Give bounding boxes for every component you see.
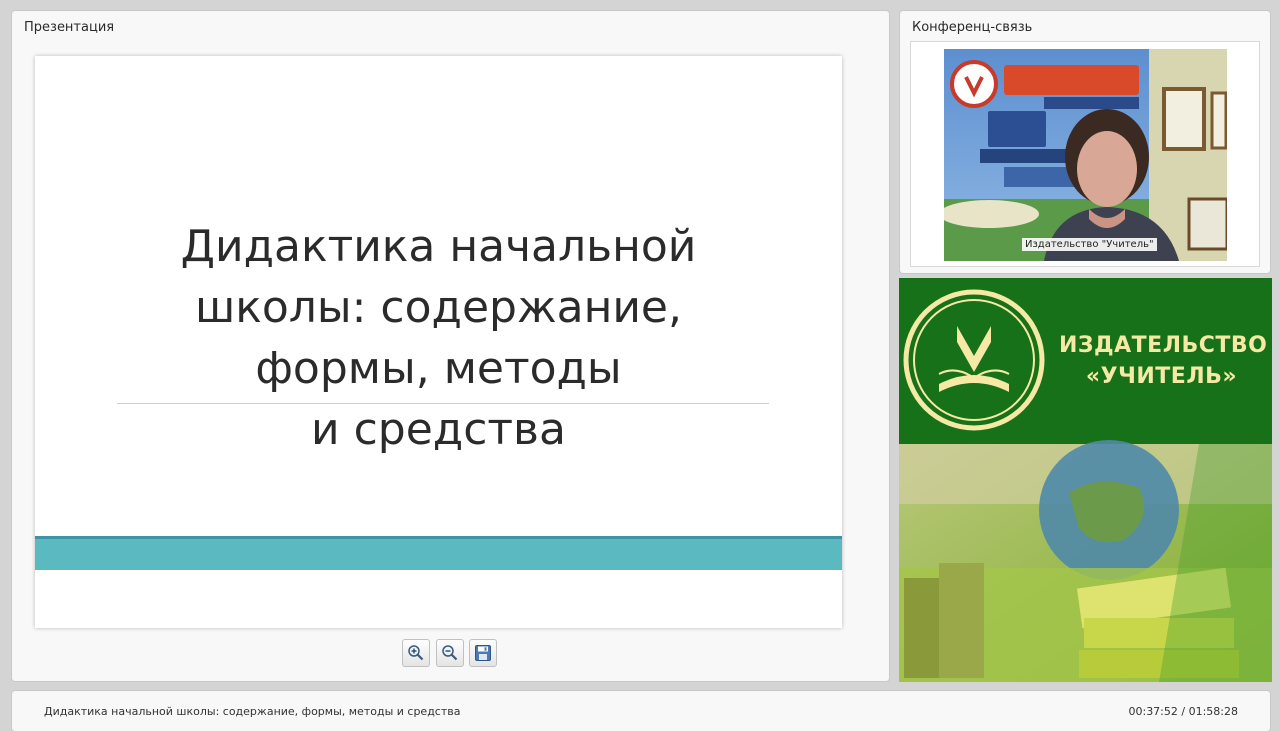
floppy-disk-icon: [475, 645, 491, 661]
publisher-name: ИЗДАТЕЛЬСТВО «УЧИТЕЛЬ»: [1059, 333, 1268, 389]
slide: Дидактика начальной школы: содержание, ф…: [35, 56, 842, 628]
zoom-in-button[interactable]: [402, 639, 430, 667]
presentation-panel-title: Презентация: [24, 20, 115, 35]
footer-bar: Дидактика начальной школы: содержание, ф…: [12, 691, 1270, 731]
playback-time: 00:37:52 / 01:58:28: [1128, 705, 1238, 718]
speaker-video[interactable]: Издательство "Учитель": [944, 49, 1227, 261]
conference-panel: Конференц-связь Издательство "Учитель": [900, 11, 1270, 273]
slide-accent-band: [35, 536, 842, 570]
publisher-banner: ИЗДАТЕЛЬСТВО «УЧИТЕЛЬ»: [899, 278, 1272, 682]
presentation-panel: Презентация Дидактика начальной школы: с…: [12, 11, 889, 681]
footer-title: Дидактика начальной школы: содержание, ф…: [44, 705, 461, 718]
zoom-out-button[interactable]: [436, 639, 464, 667]
zoom-out-icon: [442, 645, 458, 661]
slide-title: Дидактика начальной школы: содержание, ф…: [180, 221, 697, 455]
conference-panel-title: Конференц-связь: [912, 20, 1033, 35]
save-button[interactable]: [469, 639, 497, 667]
speaker-video-image: [944, 49, 1227, 261]
speaker-name-label: Издательство "Учитель": [1022, 238, 1157, 251]
zoom-in-icon: [408, 645, 424, 661]
